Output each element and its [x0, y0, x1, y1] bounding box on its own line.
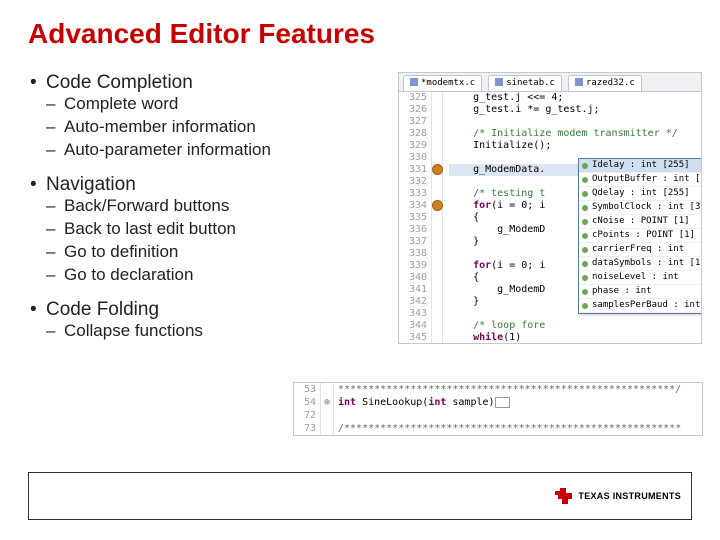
- sub-complete-word: Complete word: [46, 94, 398, 114]
- code-text: (1): [503, 332, 521, 343]
- completion-item[interactable]: OutputBuffer : int [32]: [579, 173, 702, 187]
- ti-logo-icon: [554, 487, 574, 505]
- code-text: (i = 0; i: [491, 260, 545, 271]
- editor-screenshot: *modemtx.c sinetab.c razed32.c 325326327…: [398, 72, 702, 344]
- warning-marker-icon: [432, 200, 443, 211]
- fold-screenshot: 53 *************************************…: [293, 382, 703, 436]
- c-file-icon: [495, 78, 503, 86]
- field-icon: [582, 289, 588, 295]
- editor-tabs: *modemtx.c sinetab.c razed32.c: [399, 73, 701, 92]
- completion-item[interactable]: carrierFreq : int: [579, 243, 702, 257]
- completion-item[interactable]: Idelay : int [255]: [579, 159, 702, 173]
- bullet-code-folding: Code Folding: [46, 299, 159, 320]
- c-file-icon: [410, 78, 418, 86]
- field-icon: [582, 261, 588, 267]
- completion-item[interactable]: phase : int: [579, 285, 702, 299]
- completion-popup[interactable]: Idelay : int [255] OutputBuffer : int [3…: [578, 158, 702, 314]
- completion-item[interactable]: SymbolClock : int [32]: [579, 201, 702, 215]
- sub-auto-member: Auto-member information: [46, 117, 398, 137]
- footer: TEXAS INSTRUMENTS: [28, 472, 692, 520]
- completion-item[interactable]: Qdelay : int [255]: [579, 187, 702, 201]
- field-icon: [582, 177, 588, 183]
- field-icon: [582, 303, 588, 309]
- tab-sinetab[interactable]: sinetab.c: [488, 75, 562, 91]
- marker-bar: [432, 92, 443, 344]
- bullet-list: Code Completion Complete word Auto-membe…: [28, 72, 398, 355]
- sub-collapse-functions: Collapse functions: [46, 321, 398, 341]
- line-gutter: 3253263273283293303313323333343353363373…: [399, 92, 432, 344]
- field-icon: [582, 219, 588, 225]
- field-icon: [582, 163, 588, 169]
- field-icon: [582, 275, 588, 281]
- completion-item[interactable]: noiseLevel : int: [579, 271, 702, 285]
- completion-item[interactable]: dataSymbols : int [1]: [579, 257, 702, 271]
- c-file-icon: [575, 78, 583, 86]
- field-icon: [582, 247, 588, 253]
- sub-go-declaration: Go to declaration: [46, 265, 398, 285]
- fold-expand-icon[interactable]: ⊕: [321, 396, 334, 409]
- field-icon: [582, 233, 588, 239]
- code-text: (i = 0; i: [491, 200, 545, 211]
- completion-item[interactable]: cPoints : POINT [1]: [579, 229, 702, 243]
- tab-modemtx[interactable]: *modemtx.c: [403, 75, 482, 91]
- sub-back-forward: Back/Forward buttons: [46, 196, 398, 216]
- field-icon: [582, 205, 588, 211]
- sub-auto-parameter: Auto-parameter information: [46, 140, 398, 160]
- completion-item[interactable]: samplesPerBaud : int: [579, 299, 702, 313]
- bullet-code-completion: Code Completion: [46, 72, 193, 93]
- warning-marker-icon: [432, 164, 443, 175]
- fold-placeholder[interactable]: [495, 397, 511, 408]
- ti-logo: TEXAS INSTRUMENTS: [554, 487, 681, 505]
- bullet-navigation: Navigation: [46, 174, 136, 195]
- tab-razed32[interactable]: razed32.c: [568, 75, 642, 91]
- slide-title: Advanced Editor Features: [28, 18, 692, 50]
- sub-go-definition: Go to definition: [46, 242, 398, 262]
- sub-last-edit: Back to last edit button: [46, 219, 398, 239]
- code-area: g_test.j <<= 4; g_test.i *= g_test.j; /*…: [443, 92, 701, 344]
- completion-item[interactable]: cNoise : POINT [1]: [579, 215, 702, 229]
- brand-text: TEXAS INSTRUMENTS: [578, 492, 681, 501]
- field-icon: [582, 191, 588, 197]
